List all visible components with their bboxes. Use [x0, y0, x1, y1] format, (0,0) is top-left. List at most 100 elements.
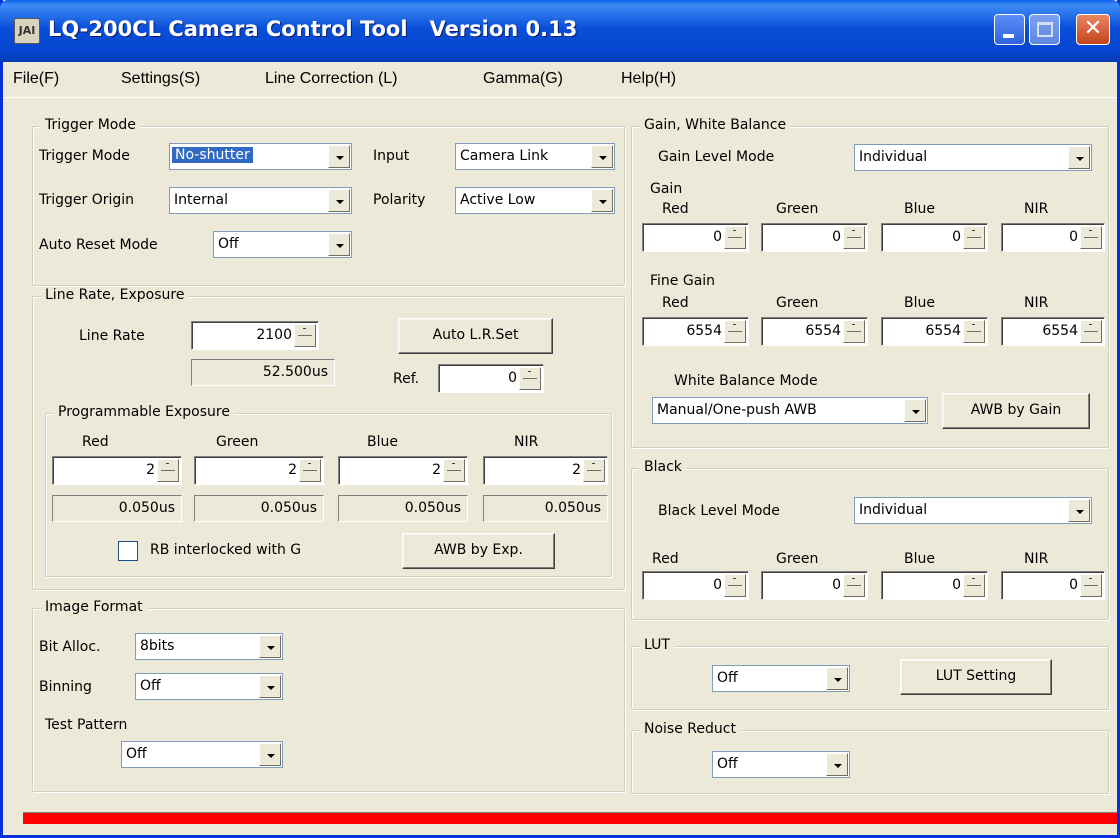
line-rate-label: Line Rate — [79, 328, 145, 344]
chevron-down-icon[interactable] — [904, 399, 926, 422]
auto-lr-set-button[interactable]: Auto L.R.Set — [398, 318, 553, 354]
lut-setting-button[interactable]: LUT Setting — [900, 659, 1052, 695]
black-level-mode-select[interactable]: Individual — [854, 497, 1092, 524]
exposure-green-spinner[interactable]: 2 — [194, 456, 324, 485]
app-icon[interactable]: JAI — [14, 18, 40, 44]
chevron-down-icon[interactable] — [826, 753, 848, 776]
gain-level-mode-select[interactable]: Individual — [854, 144, 1092, 171]
chevron-down-icon[interactable] — [328, 189, 350, 212]
bit-alloc-select[interactable]: 8bits — [135, 633, 283, 660]
spin-arrows-icon[interactable] — [519, 367, 541, 390]
black-green-spinner[interactable]: 0 — [761, 571, 868, 600]
fine-gain-red-label: Red — [662, 295, 689, 311]
chevron-down-icon[interactable] — [259, 675, 281, 698]
image-format-title: Image Format — [41, 599, 147, 615]
menu-settings[interactable]: Settings(S) — [121, 70, 200, 88]
spin-arrows-icon[interactable] — [157, 459, 179, 482]
fine-gain-blue-spinner[interactable]: 6554 — [881, 317, 988, 346]
chevron-down-icon[interactable] — [1068, 499, 1090, 522]
programmable-exposure-title: Programmable Exposure — [54, 404, 234, 420]
black-red-label: Red — [652, 551, 679, 567]
gain-green-spinner[interactable]: 0 — [761, 223, 868, 252]
chevron-down-icon[interactable] — [591, 189, 613, 212]
exposure-blue-time-value: 0.050us — [404, 500, 461, 516]
gain-blue-spinner[interactable]: 0 — [881, 223, 988, 252]
polarity-select[interactable]: Active Low — [455, 187, 615, 214]
trigger-mode-select[interactable]: No-shutter — [169, 143, 352, 170]
fine-gain-nir-spinner[interactable]: 6554 — [1001, 317, 1105, 346]
trigger-origin-value: Internal — [174, 192, 228, 208]
auto-reset-mode-select[interactable]: Off — [213, 231, 352, 258]
spin-arrows-icon[interactable] — [294, 324, 316, 347]
menu-bar: File(F) Settings(S) Line Correction (L) … — [3, 62, 1117, 98]
trigger-mode-group-title: Trigger Mode — [41, 117, 140, 133]
white-balance-mode-label: White Balance Mode — [674, 373, 818, 389]
white-balance-mode-select[interactable]: Manual/One-push AWB — [652, 397, 928, 424]
chevron-down-icon[interactable] — [259, 743, 281, 766]
black-nir-spinner[interactable]: 0 — [1001, 571, 1105, 600]
fine-gain-red-spinner[interactable]: 6554 — [642, 317, 749, 346]
maximize-icon — [1037, 22, 1053, 37]
exposure-blue-time: 0.050us — [338, 495, 468, 522]
gain-nir-value: 0 — [1069, 229, 1078, 245]
spin-arrows-icon[interactable] — [963, 574, 985, 597]
minimize-button[interactable] — [994, 14, 1025, 45]
spin-arrows-icon[interactable] — [1080, 226, 1102, 249]
gain-red-label: Red — [662, 201, 689, 217]
menu-help[interactable]: Help(H) — [621, 70, 676, 88]
exposure-blue-value: 2 — [432, 462, 441, 478]
white-balance-mode-value: Manual/One-push AWB — [657, 402, 817, 418]
awb-by-exp-button[interactable]: AWB by Exp. — [402, 533, 555, 569]
image-format-group: Image Format Bit Alloc. 8bits Binning Of… — [32, 599, 625, 792]
close-button[interactable]: ✕ — [1076, 14, 1110, 45]
fine-gain-green-spinner[interactable]: 6554 — [761, 317, 868, 346]
noise-reduct-select[interactable]: Off — [712, 751, 850, 778]
line-rate-spinner[interactable]: 2100 — [191, 321, 319, 350]
black-level-group: Black Black Level Mode Individual Red Gr… — [631, 459, 1109, 620]
spin-arrows-icon[interactable] — [299, 459, 321, 482]
window-title: LQ-200CL Camera Control Tool Version 0.1… — [48, 17, 578, 41]
gain-nir-spinner[interactable]: 0 — [1001, 223, 1105, 252]
exposure-red-spinner[interactable]: 2 — [52, 456, 182, 485]
chevron-down-icon[interactable] — [259, 635, 281, 658]
rb-interlocked-label[interactable]: RB interlocked with G — [150, 542, 301, 558]
black-blue-spinner[interactable]: 0 — [881, 571, 988, 600]
rb-interlocked-checkbox[interactable] — [118, 541, 138, 561]
spin-arrows-icon[interactable] — [963, 226, 985, 249]
chevron-down-icon[interactable] — [826, 667, 848, 690]
gain-red-spinner[interactable]: 0 — [642, 223, 749, 252]
spin-arrows-icon[interactable] — [843, 574, 865, 597]
trigger-origin-select[interactable]: Internal — [169, 187, 352, 214]
spin-arrows-icon[interactable] — [724, 226, 746, 249]
chevron-down-icon[interactable] — [1068, 146, 1090, 169]
black-red-spinner[interactable]: 0 — [642, 571, 749, 600]
title-bar[interactable]: JAI LQ-200CL Camera Control Tool Version… — [0, 0, 1120, 62]
spin-arrows-icon[interactable] — [724, 574, 746, 597]
spin-arrows-icon[interactable] — [724, 320, 746, 343]
maximize-button[interactable] — [1029, 14, 1060, 45]
spin-arrows-icon[interactable] — [843, 226, 865, 249]
spin-arrows-icon[interactable] — [1080, 574, 1102, 597]
ref-label: Ref. — [393, 371, 420, 387]
exposure-nir-spinner[interactable]: 2 — [483, 456, 608, 485]
spin-arrows-icon[interactable] — [583, 459, 605, 482]
test-pattern-select[interactable]: Off — [121, 741, 283, 768]
lut-select[interactable]: Off — [712, 665, 850, 692]
menu-file[interactable]: File(F) — [13, 70, 59, 88]
chevron-down-icon[interactable] — [328, 145, 350, 168]
chevron-down-icon[interactable] — [328, 233, 350, 256]
chevron-down-icon[interactable] — [591, 145, 613, 168]
gain-red-value: 0 — [713, 229, 722, 245]
menu-line-correction[interactable]: Line Correction (L) — [265, 70, 398, 88]
spin-arrows-icon[interactable] — [963, 320, 985, 343]
input-select[interactable]: Camera Link — [455, 143, 615, 170]
menu-gamma[interactable]: Gamma(G) — [483, 70, 563, 88]
binning-select[interactable]: Off — [135, 673, 283, 700]
ref-spinner[interactable]: 0 — [438, 364, 544, 393]
spin-arrows-icon[interactable] — [1080, 320, 1102, 343]
fine-gain-green-label: Green — [776, 295, 819, 311]
spin-arrows-icon[interactable] — [843, 320, 865, 343]
spin-arrows-icon[interactable] — [443, 459, 465, 482]
awb-by-gain-button[interactable]: AWB by Gain — [942, 393, 1090, 429]
exposure-blue-spinner[interactable]: 2 — [338, 456, 468, 485]
